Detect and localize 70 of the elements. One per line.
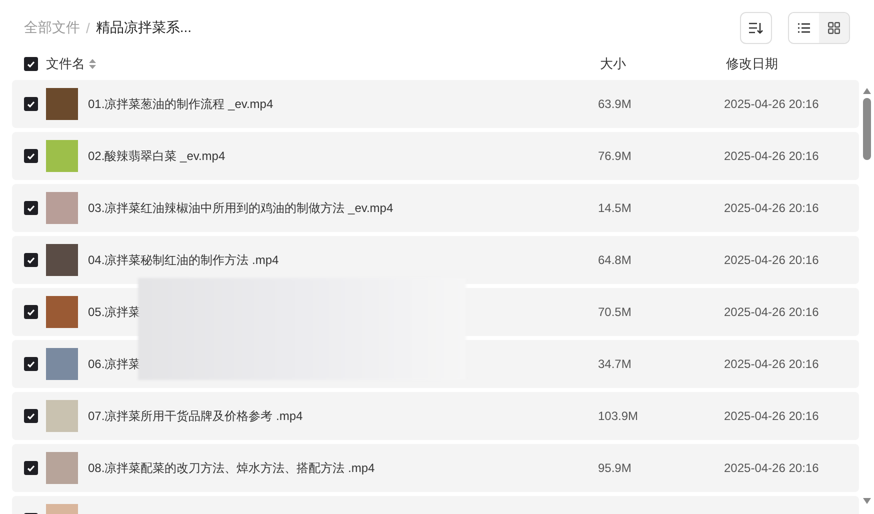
checkbox[interactable]: [24, 461, 38, 475]
scroll-down-icon[interactable]: [862, 498, 870, 504]
sort-button[interactable]: [740, 12, 772, 44]
file-size: 70.5M: [598, 305, 632, 319]
file-size: 103.9M: [598, 409, 640, 423]
file-row[interactable]: 04.凉拌菜秘制红油的制作方法 .mp4 64.8M 2025-04-26 20:16: [12, 236, 859, 284]
file-row[interactable]: 07.凉拌菜所用干货品牌及价格参考 .mp4 103.9M 2025-04-26 20:16: [12, 392, 859, 440]
file-size: 63.9M: [598, 97, 632, 111]
check-icon: [27, 360, 35, 368]
modified-date: 2025-04-26 20:16: [724, 149, 819, 163]
check-icon: [27, 100, 35, 108]
file-name: 02.酸辣翡翠白菜 _ev.mp4: [88, 148, 226, 164]
photo-placeholder: [46, 192, 78, 224]
check-icon: [27, 308, 35, 316]
file-row[interactable]: 02.酸辣翡翠白菜 _ev.mp4 76.9M 2025-04-26 20:16: [12, 132, 859, 180]
checkbox[interactable]: [24, 201, 38, 215]
grid-view-button[interactable]: [819, 13, 849, 43]
file-name: 01.凉拌菜葱油的制作流程 _ev.mp4: [88, 96, 274, 112]
file-row[interactable]: 03.凉拌菜红油辣椒油中所用到的鸡油的制做方法 _ev.mp4 14.5M 2025-04-26 20:16: [12, 184, 859, 232]
column-header[interactable]: 文件名: [46, 55, 85, 73]
scrollbar-thumb[interactable]: [862, 98, 870, 160]
file-name: 04.凉拌菜秘制红油的制作方法 .mp4: [88, 252, 280, 268]
column-header[interactable]: 修改日期: [726, 55, 778, 73]
sort-icon: [749, 22, 763, 34]
file-name: 06.凉拌菜: [88, 356, 142, 372]
check-icon: [27, 60, 35, 68]
photo-placeholder: [46, 244, 78, 276]
checkbox[interactable]: [24, 409, 38, 423]
check-icon: [27, 464, 35, 472]
sort-arrows-icon[interactable]: [89, 59, 96, 69]
file-row[interactable]: 08.凉拌菜配菜的改刀方法、焯水方法、搭配方法 .mp4 95.9M 2025-04-26 20:16: [12, 444, 859, 492]
file-size: 76.9M: [598, 149, 632, 163]
file-size: 64.8M: [598, 253, 632, 267]
photo-placeholder: [46, 296, 78, 328]
file-row[interactable]: 01.凉拌菜葱油的制作流程 _ev.mp4 63.9M 2025-04-26 20:16: [12, 80, 859, 128]
modified-date: 2025-04-26 20:16: [724, 357, 819, 371]
breadcrumb-separator: /: [86, 20, 90, 36]
modified-date: 2025-04-26 20:16: [724, 201, 819, 215]
list-icon: [798, 23, 810, 33]
photo-placeholder: [46, 348, 78, 380]
checkbox[interactable]: [24, 97, 38, 111]
checkbox[interactable]: [24, 57, 38, 71]
file-name: 03.凉拌菜红油辣椒油中所用到的鸡油的制做方法 _ev.mp4: [88, 200, 394, 216]
photo-placeholder: [46, 140, 78, 172]
grid-icon: [828, 22, 840, 34]
modified-date: 2025-04-26 20:16: [724, 409, 819, 423]
column-header[interactable]: 大小: [600, 55, 726, 73]
breadcrumb-link[interactable]: 精品凉拌菜系...: [96, 19, 192, 37]
checkbox[interactable]: [24, 253, 38, 267]
checkbox[interactable]: [24, 305, 38, 319]
check-icon: [27, 412, 35, 420]
photo-placeholder: [46, 88, 78, 120]
file-size: 14.5M: [598, 201, 632, 215]
photo-placeholder: [46, 400, 78, 432]
modified-date: 2025-04-26 20:16: [724, 97, 819, 111]
photo-placeholder: [46, 452, 78, 484]
file-size: 34.7M: [598, 357, 632, 371]
check-icon: [27, 204, 35, 212]
check-icon: [27, 256, 35, 264]
modified-date: 2025-04-26 20:16: [724, 305, 819, 319]
modified-date: 2025-04-26 20:16: [724, 253, 819, 267]
check-icon: [27, 152, 35, 160]
modified-date: 2025-04-26 20:16: [724, 461, 819, 475]
file-size: 95.9M: [598, 461, 632, 475]
file-name: 08.凉拌菜配菜的改刀方法、焯水方法、搭配方法 .mp4: [88, 460, 376, 476]
file-name: 05.凉拌菜: [88, 304, 142, 320]
checkbox[interactable]: [24, 357, 38, 371]
checkbox[interactable]: [24, 149, 38, 163]
scroll-up-icon[interactable]: [862, 88, 870, 94]
file-name: 07.凉拌菜所用干货品牌及价格参考 .mp4: [88, 408, 304, 424]
